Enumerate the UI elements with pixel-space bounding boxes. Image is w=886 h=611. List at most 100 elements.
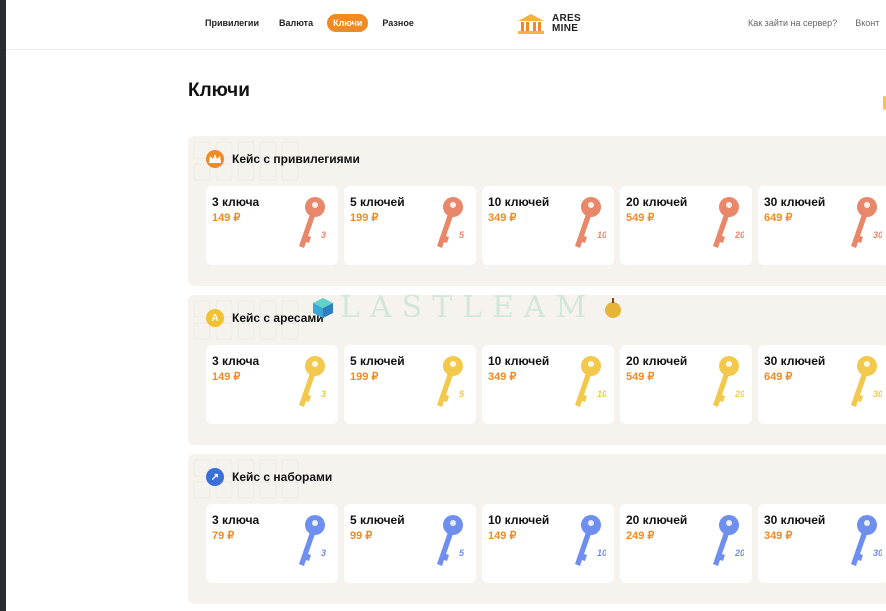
card-price: 349 ₽ — [488, 212, 517, 224]
key-badge: 10 — [597, 230, 606, 240]
card-price: 149 ₽ — [488, 530, 517, 542]
cube-icon — [313, 297, 333, 318]
key-icon: 30 — [851, 515, 882, 566]
card-price: 549 ₽ — [626, 212, 655, 224]
key-icon: 10 — [575, 197, 606, 248]
key-card[interactable]: 20 ключей 249 ₽ 20 — [620, 504, 752, 583]
key-badge: 10 — [597, 389, 606, 399]
key-card[interactable]: 20 ключей 549 ₽ 20 — [620, 345, 752, 424]
section-header: ↗ Кейс с наборами — [206, 468, 332, 486]
arrow-up-right-icon: ↗ — [206, 468, 224, 486]
watermark-text: LASTLEAM — [340, 290, 597, 325]
key-badge: 3 — [321, 230, 326, 240]
card-title: 20 ключей — [626, 195, 688, 209]
ares-coin-icon: A — [206, 309, 224, 327]
card-title: 5 ключей — [350, 513, 405, 527]
key-badge: 20 — [734, 230, 744, 240]
card-price: 99 ₽ — [350, 530, 373, 542]
key-badge: 30 — [873, 230, 882, 240]
key-badge: 5 — [459, 548, 465, 558]
key-icon: 20 — [713, 515, 744, 566]
key-badge: 5 — [459, 230, 465, 240]
section-header: Кейс с привилегиями — [206, 150, 360, 168]
card-price: 649 ₽ — [764, 212, 793, 224]
key-card[interactable]: 30 ключей 649 ₽ 30 — [758, 345, 886, 424]
logo-text-mine: MINE — [552, 23, 579, 34]
crown-icon — [206, 150, 224, 168]
case-section-kits: ↗ Кейс с наборами 3 ключа 79 ₽ 3 5 ключей 99 ₽… — [188, 454, 886, 604]
card-title: 20 ключей — [626, 513, 688, 527]
nav-item-keys[interactable]: Ключи — [327, 14, 369, 32]
key-card[interactable]: 10 ключей 349 ₽ 10 — [482, 345, 614, 424]
key-card[interactable]: 30 ключей 349 ₽ 30 — [758, 504, 886, 583]
key-icon: 3 — [299, 515, 326, 566]
key-card[interactable]: 3 ключа 149 ₽ 3 — [206, 345, 338, 424]
key-badge: 20 — [734, 548, 744, 558]
card-price: 199 ₽ — [350, 371, 379, 383]
key-card[interactable]: 20 ключей 549 ₽ 20 — [620, 186, 752, 265]
how-to-join-link[interactable]: Как зайти на сервер? — [748, 18, 837, 28]
card-title: 10 ключей — [488, 513, 550, 527]
temple-logo-icon — [518, 14, 544, 34]
section-title: Кейс с аресами — [232, 311, 324, 325]
key-icon: 10 — [575, 515, 606, 566]
nav-item-currency[interactable]: Валюта — [273, 14, 319, 32]
key-icon: 20 — [713, 356, 744, 407]
card-price: 549 ₽ — [626, 371, 655, 383]
card-price: 199 ₽ — [350, 212, 379, 224]
key-badge: 3 — [321, 548, 326, 558]
key-icon: 20 — [713, 197, 744, 248]
key-icon: 3 — [299, 197, 326, 248]
key-badge: 3 — [321, 389, 326, 399]
vk-link[interactable]: Вконт — [855, 18, 879, 28]
key-icon: 10 — [575, 356, 606, 407]
header-links: Как зайти на сервер? Вконт — [748, 18, 879, 28]
key-card[interactable]: 3 ключа 149 ₽ 3 — [206, 186, 338, 265]
page-title: Ключи — [188, 80, 250, 101]
card-price: 349 ₽ — [488, 371, 517, 383]
card-title: 5 ключей — [350, 195, 405, 209]
key-card[interactable]: 5 ключей 99 ₽ 5 — [344, 504, 476, 583]
card-price: 149 ₽ — [212, 371, 241, 383]
key-badge: 30 — [873, 389, 882, 399]
card-title: 20 ключей — [626, 354, 688, 368]
section-header: A Кейс с аресами — [206, 309, 324, 327]
card-title: 30 ключей — [764, 513, 826, 527]
card-title: 3 ключа — [212, 195, 260, 209]
key-cards: 3 ключа 149 ₽ 3 5 ключей 199 ₽ 5 10 ключей 349 … — [206, 345, 886, 425]
apple-icon — [605, 297, 622, 318]
card-price: 649 ₽ — [764, 371, 793, 383]
key-icon: 5 — [437, 356, 465, 407]
key-badge: 5 — [459, 389, 465, 399]
key-icon: 30 — [851, 197, 882, 248]
card-title: 30 ключей — [764, 195, 826, 209]
key-cards: 3 ключа 79 ₽3 5 ключей 99 ₽5 10 ключей 149 ₽1… — [206, 504, 886, 584]
key-badge: 20 — [734, 389, 744, 399]
section-title: Кейс с привилегиями — [232, 152, 360, 166]
key-badge: 10 — [597, 548, 606, 558]
key-card[interactable]: 10 ключей 149 ₽ 10 — [482, 504, 614, 583]
card-price: 149 ₽ — [212, 212, 241, 224]
section-title: Кейс с наборами — [232, 470, 333, 484]
window-edge — [0, 0, 6, 611]
key-cards: 3 ключа 149 ₽ 3 5 ключей 199 ₽ 5 10 ключей 349 … — [206, 186, 886, 266]
site-header: Привилегии Валюта Ключи Разное ARES MINE… — [6, 0, 886, 50]
card-title: 10 ключей — [488, 195, 550, 209]
card-price: 249 ₽ — [626, 530, 655, 542]
key-icon: 30 — [851, 356, 882, 407]
card-price: 79 ₽ — [212, 530, 235, 542]
key-icon: 3 — [299, 356, 326, 407]
key-card[interactable]: 5 ключей 199 ₽ 5 — [344, 345, 476, 424]
page: Привилегии Валюта Ключи Разное ARES MINE… — [0, 0, 886, 611]
watermark: LASTLEAM — [312, 290, 624, 325]
key-card[interactable]: 30 ключей 649 ₽ 30 — [758, 186, 886, 265]
key-card[interactable]: 3 ключа 79 ₽ 3 — [206, 504, 338, 583]
key-badge: 30 — [873, 548, 882, 558]
key-card[interactable]: 10 ключей 349 ₽ 10 — [482, 186, 614, 265]
site-logo[interactable]: ARES MINE — [516, 12, 581, 36]
card-title: 3 ключа — [212, 354, 260, 368]
key-card[interactable]: 5 ключей 199 ₽ 5 — [344, 186, 476, 265]
nav-item-misc[interactable]: Разное — [376, 14, 419, 32]
case-section-privileges: Кейс с привилегиями 3 ключа 149 ₽ 3 5 ключей… — [188, 136, 886, 286]
nav-item-privileges[interactable]: Привилегии — [199, 14, 265, 32]
